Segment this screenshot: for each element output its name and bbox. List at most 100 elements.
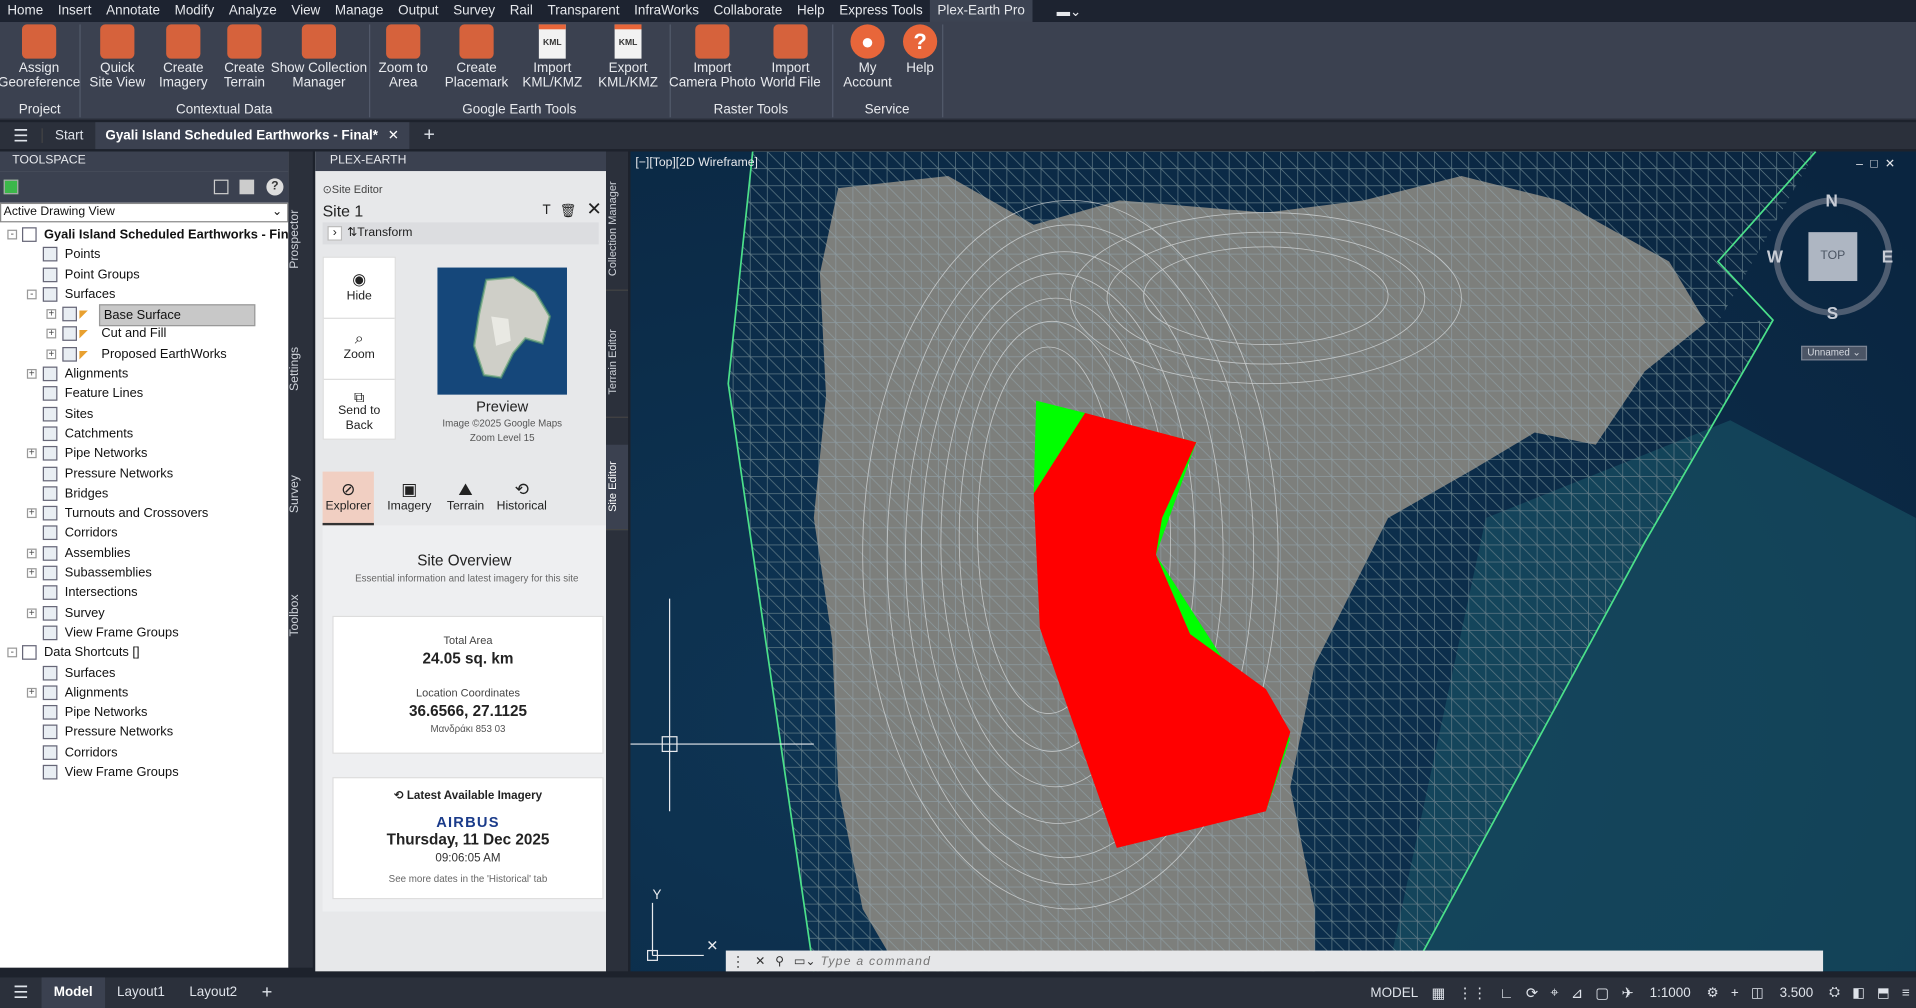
expand-icon[interactable]: + (26, 607, 37, 618)
model-viewport[interactable]: Y ✕ [−][Top][2D Wireframe] ‒□✕ N S E W T… (630, 151, 1916, 972)
plex-side-tab[interactable]: Collection Manager (606, 168, 629, 291)
tree-node[interactable]: - Data Shortcuts [] (0, 643, 288, 663)
hardware-icon[interactable]: ⛭ (1823, 985, 1846, 1001)
ribbon-panel-label[interactable]: Project (0, 103, 79, 118)
properties-icon[interactable]: ◧ (1846, 985, 1871, 1001)
tree-node[interactable]: Corridors (0, 523, 288, 543)
menu-item[interactable]: Survey (446, 4, 503, 19)
menu-item[interactable]: Home (0, 4, 51, 19)
menu-item[interactable]: Output (391, 4, 446, 19)
tree-node[interactable]: Pressure Networks (0, 464, 288, 484)
hamburger-menu-icon[interactable]: ☰ (0, 125, 42, 146)
customize-icon[interactable]: ≡ (1896, 985, 1916, 1000)
expand-icon[interactable]: + (46, 329, 57, 340)
trash-icon[interactable]: 🗑 (560, 203, 577, 219)
collapse-icon[interactable]: - (26, 289, 37, 300)
command-history-icon[interactable]: ▭⌄ (789, 955, 821, 968)
transform-row[interactable]: › ⇅Transform (322, 222, 599, 245)
menu-item[interactable]: Manage (328, 4, 391, 19)
tree-node[interactable]: + Subassemblies (0, 563, 288, 583)
viewport-controls-label[interactable]: [−][Top][2D Wireframe] (635, 156, 758, 169)
tree-node[interactable]: Point Groups (0, 265, 288, 285)
toolspace-layout-icon[interactable] (239, 179, 255, 195)
ribbon-panel-label[interactable]: Service (832, 103, 942, 118)
ribbon-panel-label[interactable]: Google Earth Tools (369, 103, 670, 118)
workspace-switch-icon[interactable]: ▬⌄ (1049, 3, 1088, 19)
toolspace-side-tab[interactable]: Survey (288, 457, 312, 530)
tree-node[interactable]: Intersections (0, 583, 288, 603)
zoom-button[interactable]: ⌕ Zoom (323, 319, 395, 380)
ortho-icon[interactable]: ∟ (1493, 984, 1520, 1001)
menu-item[interactable]: Transparent (540, 4, 627, 19)
compass-south[interactable]: S (1827, 303, 1838, 323)
layout-tab[interactable]: Model (41, 977, 105, 1008)
tree-node[interactable]: View Frame Groups (0, 762, 288, 782)
plex-tab[interactable]: ⛰ Terrain (437, 472, 493, 526)
start-tab[interactable]: Start (41, 128, 96, 143)
new-tab-plus-icon[interactable]: + (409, 125, 450, 147)
tree-node[interactable]: Catchments (0, 424, 288, 444)
annotation-icon[interactable]: ✈ (1615, 984, 1640, 1001)
tree-node[interactable]: Sites (0, 404, 288, 424)
toolspace-map-icon[interactable] (3, 179, 19, 195)
collapse-icon[interactable]: - (7, 229, 18, 240)
menu-item[interactable]: Rail (502, 4, 540, 19)
tree-node[interactable]: Surfaces (0, 663, 288, 683)
document-tab[interactable]: Gyali Island Scheduled Earthworks - Fina… (95, 122, 409, 150)
expand-icon[interactable]: + (26, 568, 37, 578)
tree-node[interactable]: + Survey (0, 603, 288, 623)
ribbon-button[interactable]: Show Collection Manager (270, 24, 368, 90)
add-layout-plus-icon[interactable]: + (249, 982, 284, 1003)
tree-node[interactable]: Pressure Networks (0, 723, 288, 743)
expand-icon[interactable]: + (26, 448, 37, 459)
polar-icon[interactable]: ⟳ (1520, 984, 1545, 1001)
menu-item[interactable]: View (284, 4, 328, 19)
menu-item[interactable]: Express Tools (832, 4, 930, 19)
clean-screen-icon[interactable]: ⬒ (1871, 985, 1896, 1001)
plex-tab[interactable]: ⟲ Historical (494, 472, 550, 526)
tree-node[interactable]: + Pipe Networks (0, 444, 288, 464)
tree-node[interactable]: - Gyali Island Scheduled Earthworks - Fin… (0, 225, 299, 245)
layout-tab[interactable]: Layout1 (105, 977, 177, 1008)
toolspace-grid-icon[interactable] (213, 179, 229, 195)
expand-icon[interactable]: + (26, 368, 37, 379)
menu-item[interactable]: Modify (167, 4, 221, 19)
ribbon-panel-label[interactable]: Raster Tools (670, 103, 833, 118)
menu-item[interactable]: Analyze (222, 4, 284, 19)
menu-item[interactable]: Help (790, 4, 832, 19)
compass-north[interactable]: N (1826, 191, 1838, 211)
tree-node[interactable]: Bridges (0, 484, 288, 504)
tree-node[interactable]: View Frame Groups (0, 623, 288, 643)
menu-item[interactable]: Insert (51, 4, 99, 19)
menu-item[interactable]: Collaborate (706, 4, 789, 19)
help-icon[interactable]: ? (266, 178, 284, 196)
expand-icon[interactable]: + (46, 349, 57, 359)
tree-node[interactable]: + Turnouts and Crossovers (0, 504, 288, 524)
tree-node[interactable]: + Assemblies (0, 543, 288, 563)
rename-icon[interactable]: T (543, 203, 551, 218)
isolate-icon[interactable]: ◫ (1745, 985, 1770, 1001)
selection-icon[interactable]: ▢ (1589, 984, 1615, 1001)
compass-east[interactable]: E (1882, 247, 1893, 267)
close-icon[interactable]: ✕ (388, 122, 399, 149)
ucs-menu[interactable]: Unnamed ⌄ (1801, 345, 1868, 361)
command-input[interactable] (820, 954, 1824, 969)
expand-icon[interactable]: + (26, 508, 37, 519)
compass-west[interactable]: W (1767, 247, 1783, 267)
tree-node[interactable]: + Alignments (0, 364, 288, 384)
plex-tab[interactable]: ▣ Imagery (381, 472, 437, 526)
toolspace-side-tab[interactable]: Prospector (288, 203, 312, 276)
tree-node[interactable]: Feature Lines (0, 384, 288, 404)
plex-side-tab[interactable]: Terrain Editor (606, 307, 629, 418)
tree-node[interactable]: + ◤ Base Surface (0, 304, 288, 327)
annotation-scale[interactable]: 1:1000 (1640, 985, 1701, 1000)
viewport-window-controls[interactable]: ‒□✕ (1856, 158, 1902, 171)
wrench-icon[interactable]: ⚲ (770, 955, 789, 968)
tree-node[interactable]: Pipe Networks (0, 703, 288, 723)
layout-tab[interactable]: Layout2 (177, 977, 249, 1008)
tree-node[interactable]: + ◤ Cut and Fill (0, 324, 288, 344)
toolspace-side-tab[interactable]: Settings (288, 332, 312, 405)
collapse-icon[interactable]: - (7, 647, 18, 658)
plex-side-tab[interactable]: Site Editor (606, 444, 629, 531)
plex-tab[interactable]: ⊘ Explorer (322, 471, 374, 526)
